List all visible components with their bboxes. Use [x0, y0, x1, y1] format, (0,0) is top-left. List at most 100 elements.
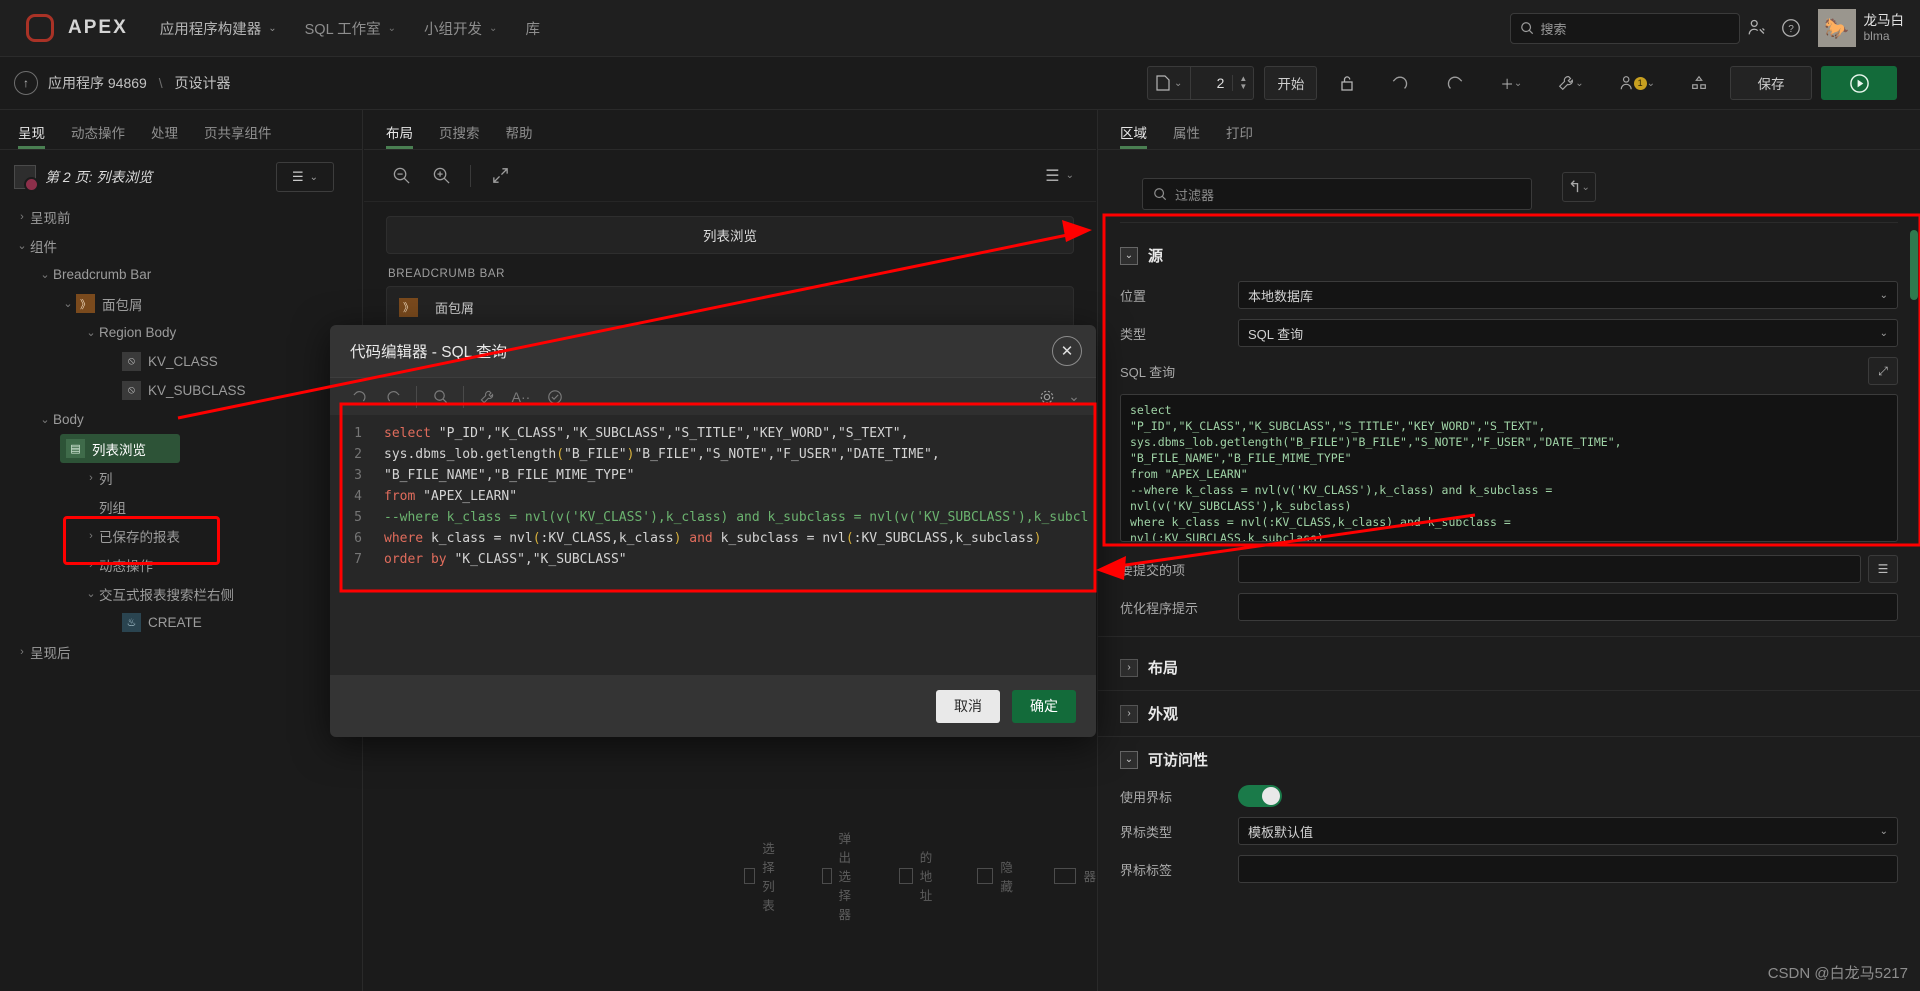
chevron-down-icon[interactable]: ⌄ — [37, 268, 53, 281]
add-component-menu[interactable]: ＋ ⌄ — [1487, 66, 1535, 100]
user-menu[interactable]: 🐎 龙马白 blma — [1817, 9, 1904, 47]
tab-rendering[interactable]: 呈现 — [18, 122, 45, 149]
tree-options-menu[interactable]: ☰ ⌄ — [276, 162, 334, 192]
chevron-down-icon[interactable]: ⌄ — [83, 587, 99, 600]
tree-item--[interactable]: › 动态操作 — [0, 550, 362, 579]
tree-item-create[interactable]: ♨ CREATE — [0, 608, 362, 637]
zoom-in-icon[interactable] — [426, 161, 456, 191]
chevron-down-icon[interactable]: ⌄ — [1066, 384, 1082, 410]
code-editor-content[interactable]: select "P_ID","K_CLASS","K_SUBCLASS","S_… — [372, 415, 1096, 675]
run-button[interactable] — [1821, 66, 1897, 100]
chevron-right-icon[interactable]: › — [83, 530, 99, 542]
page-hierarchy-icon[interactable] — [1677, 66, 1721, 100]
tab-processing[interactable]: 处理 — [151, 122, 178, 149]
section-appearance[interactable]: › 外观 — [1098, 693, 1920, 734]
cancel-button[interactable]: 取消 — [936, 689, 1000, 723]
chevron-down-icon[interactable]: ⌄ — [83, 326, 99, 339]
gallery-item[interactable]: 弹出选择器 — [821, 828, 864, 923]
section-layout[interactable]: › 布局 — [1098, 647, 1920, 688]
chevron-right-icon[interactable]: › — [14, 211, 30, 223]
chevron-right-icon[interactable]: › — [14, 646, 30, 658]
tree-item--[interactable]: ⌄ 组件 — [0, 231, 362, 260]
tree-item--[interactable]: › 列 — [0, 463, 362, 492]
start-button[interactable]: 开始 — [1264, 66, 1318, 100]
section-accessibility[interactable]: ⌄ 可访问性 — [1098, 739, 1920, 780]
nav-app-builder[interactable]: 应用程序构建器 ⌄ — [160, 18, 277, 39]
tab-layout[interactable]: 布局 — [386, 122, 413, 149]
find-icon[interactable] — [425, 384, 455, 410]
gallery-item[interactable]: 器 — [1054, 866, 1096, 885]
property-type-select[interactable]: SQL 查询 ⌄ — [1238, 319, 1898, 347]
chevron-down-icon[interactable]: ⌄ — [37, 413, 53, 426]
close-icon[interactable]: ✕ — [1052, 336, 1082, 366]
chevron-down-icon[interactable]: ⌄ — [14, 239, 30, 252]
undo-icon[interactable] — [344, 384, 374, 410]
tab-help[interactable]: 帮助 — [506, 122, 533, 149]
lock-icon[interactable] — [1326, 66, 1368, 100]
property-items-to-submit-input[interactable] — [1238, 555, 1861, 583]
section-source-toggle-icon[interactable]: ⌄ — [1120, 246, 1138, 265]
chevron-down-icon[interactable]: ⌄ — [60, 297, 76, 310]
gallery-item[interactable]: 选择列表 — [744, 838, 786, 914]
tree-item--[interactable]: ⌄ 》面包屑 — [0, 289, 362, 318]
tree-item--[interactable]: › 呈现前 — [0, 202, 362, 231]
tree-item-kv_class[interactable]: ⦸ KV_CLASS — [0, 347, 362, 376]
tree-item-body[interactable]: ⌄ Body — [0, 405, 362, 434]
breadcrumb-app[interactable]: 应用程序 94869 — [48, 75, 147, 91]
open-code-editor-icon[interactable]: ⤢ — [1868, 357, 1898, 385]
property-sql-query-value[interactable]: select "P_ID","K_CLASS","K_SUBCLASS","S_… — [1120, 394, 1898, 542]
tab-print[interactable]: 打印 — [1226, 122, 1253, 149]
gallery-item[interactable]: 的地址 — [899, 847, 941, 904]
tree-item--[interactable]: › 已保存的报表 — [0, 521, 362, 550]
tree-item-kv_subclass[interactable]: ⦸ KV_SUBCLASS — [0, 376, 362, 405]
gear-icon[interactable] — [1032, 384, 1062, 410]
section-accessibility-toggle-icon[interactable]: ⌄ — [1120, 750, 1138, 769]
tree-item--[interactable]: › 呈现后 — [0, 637, 362, 666]
tab-attributes[interactable]: 属性 — [1173, 122, 1200, 149]
validate-icon[interactable] — [540, 384, 570, 410]
tab-page-search[interactable]: 页搜索 — [439, 122, 480, 149]
tree-item--[interactable]: 列组 — [0, 492, 362, 521]
chevron-right-icon[interactable]: › — [83, 472, 99, 484]
redo-icon[interactable] — [1432, 66, 1478, 100]
property-landmark-label-input[interactable] — [1238, 855, 1898, 883]
layout-options-menu[interactable]: ☰ ⌄ — [1045, 166, 1074, 186]
section-layout-toggle-icon[interactable]: › — [1120, 658, 1138, 677]
code-editor-area[interactable]: 1 2 3 4 5 6 7 select "P_ID","K_CLASS","K_SUBCL… — [330, 415, 1096, 675]
nav-sql-workshop[interactable]: SQL 工作室 ⌄ — [305, 18, 396, 39]
property-optimizer-hint-input[interactable] — [1238, 593, 1898, 621]
page-selector[interactable]: ⌄ 2 ▲ ▼ — [1147, 66, 1255, 100]
property-use-landmark-toggle[interactable] — [1238, 785, 1282, 807]
canvas-region-title[interactable]: 列表浏览 — [386, 216, 1074, 254]
property-landmark-type-select[interactable]: 模板默认值 ⌄ — [1238, 817, 1898, 845]
nav-team-dev[interactable]: 小组开发 ⌄ — [424, 18, 497, 39]
tab-region[interactable]: 区域 — [1120, 122, 1147, 149]
gallery-item[interactable]: 隐藏 — [976, 857, 1019, 895]
breadcrumb-page[interactable]: 页设计器 — [175, 75, 231, 91]
page-number-value[interactable]: 2 — [1190, 67, 1232, 99]
expand-icon[interactable] — [485, 161, 515, 191]
tab-dynamic-actions[interactable]: 动态操作 — [71, 122, 125, 149]
query-builder-icon[interactable] — [472, 384, 502, 410]
right-panel-scrollbar[interactable] — [1910, 230, 1918, 300]
format-text-icon[interactable]: A·· — [506, 384, 536, 410]
zoom-out-icon[interactable] — [386, 161, 416, 191]
global-search-input[interactable]: 搜索 — [1509, 12, 1740, 44]
section-source[interactable]: ⌄ 源 — [1098, 235, 1920, 276]
utilities-menu[interactable]: ⌄ — [1544, 66, 1596, 100]
save-button[interactable]: 保存 — [1730, 66, 1812, 100]
page-number-stepper[interactable]: ▲ ▼ — [1232, 75, 1253, 91]
items-to-submit-picker-icon[interactable]: ☰ — [1868, 555, 1898, 583]
help-icon[interactable]: ? — [1774, 11, 1808, 45]
expand-collapse-all-icon[interactable]: ↰ ⌄ — [1562, 172, 1596, 202]
undo-icon[interactable] — [1377, 66, 1423, 100]
navigate-up-icon[interactable]: ↑ — [14, 71, 38, 95]
tree-item-breadcrumb-bar[interactable]: ⌄ Breadcrumb Bar — [0, 260, 362, 289]
nav-gallery[interactable]: 库 — [525, 18, 540, 39]
tree-item--[interactable]: ⌄ 交互式报表搜索栏右侧 — [0, 579, 362, 608]
confirm-button[interactable]: 确定 — [1012, 689, 1076, 723]
canvas-breadcrumb-region[interactable]: 》 面包屑 — [386, 286, 1074, 328]
property-location-select[interactable]: 本地数据库 ⌄ — [1238, 281, 1898, 309]
tab-page-shared-components[interactable]: 页共享组件 — [204, 122, 272, 149]
property-filter-input[interactable]: 过滤器 — [1142, 178, 1532, 210]
